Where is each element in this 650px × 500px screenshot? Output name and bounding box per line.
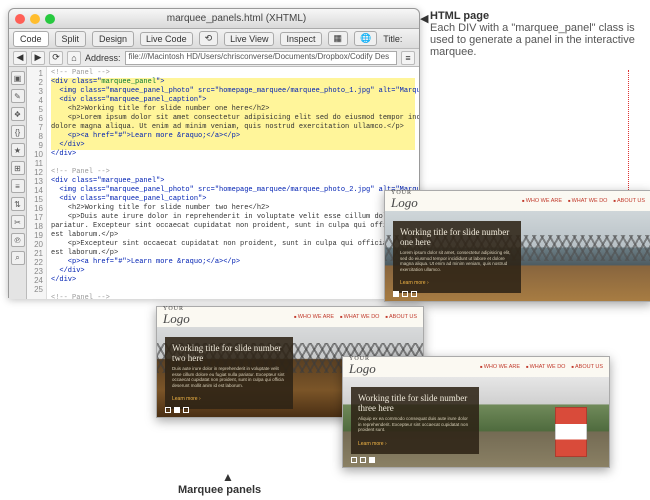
tab-split[interactable]: Split <box>55 31 87 47</box>
home-icon[interactable]: ⌂ <box>67 51 81 65</box>
address-label: Address: <box>85 53 121 63</box>
minimize-icon[interactable] <box>30 14 40 24</box>
editor-body: ▣ ✎ ❖ {} ★ ⊞ ≡ ⇅ ✂ ℗ ⌕ 12345678910111213… <box>9 67 419 299</box>
toolbar-icon[interactable]: ⟲ <box>199 31 219 46</box>
nav-link[interactable]: WHO WE ARE <box>522 198 562 204</box>
zoom-icon[interactable] <box>45 14 55 24</box>
learn-more-link[interactable]: Learn more › <box>358 441 387 447</box>
nav-link[interactable]: WHAT WE DO <box>340 314 379 320</box>
panel-header: YOURLogo WHO WE ARE WHAT WE DO ABOUT US <box>343 357 609 377</box>
view-toolbar: Code Split Design Live Code ⟲ Live View … <box>9 29 419 49</box>
pager-dot[interactable] <box>165 407 171 413</box>
multiscreen-button[interactable]: ▦ <box>328 31 349 46</box>
code-editor-window: marquee_panels.html (XHTML) Code Split D… <box>8 8 420 298</box>
pager <box>165 407 189 413</box>
panel-hero: Working title for slide number three her… <box>343 377 609 467</box>
annotation-title: HTML page <box>430 10 489 22</box>
panel-nav: WHO WE ARE WHAT WE DO ABOUT US <box>522 198 645 204</box>
gutter-tool-icon[interactable]: ✂ <box>11 215 25 229</box>
gutter-tool-icon[interactable]: ⇅ <box>11 197 25 211</box>
pager-dot[interactable] <box>411 291 417 297</box>
panel-hero: Working title for slide number one here … <box>385 211 650 301</box>
gutter-tool-icon[interactable]: ★ <box>11 143 25 157</box>
annotation-marquee-panels: ▲ Marquee panels <box>178 470 261 496</box>
marquee-panel-preview: YOURLogo WHO WE ARE WHAT WE DO ABOUT US … <box>342 356 610 468</box>
gutter-tool-icon[interactable]: {} <box>11 125 25 139</box>
gutter-tool-icon[interactable]: ▣ <box>11 71 25 85</box>
line-numbers: 1234567891011121314151617181920212223242… <box>27 67 47 299</box>
panel-nav: WHO WE ARE WHAT WE DO ABOUT US <box>480 364 603 370</box>
window-title: marquee_panels.html (XHTML) <box>60 13 413 24</box>
pager-dot[interactable] <box>351 457 357 463</box>
caption-title: Working title for slide number one here <box>400 227 514 247</box>
nav-link[interactable]: ABOUT US <box>385 314 417 320</box>
pager-dot[interactable] <box>369 457 375 463</box>
caption-body: Duis aute irure dolor in reprehenderit i… <box>172 366 286 388</box>
title-label: Title: <box>383 34 402 44</box>
close-icon[interactable] <box>15 14 25 24</box>
panel-header: YOURLogo WHO WE ARE WHAT WE DO ABOUT US <box>385 191 650 211</box>
panel-nav: WHO WE ARE WHAT WE DO ABOUT US <box>294 314 417 320</box>
gutter-tool-icon[interactable]: ℗ <box>11 233 25 247</box>
pager-dot[interactable] <box>393 291 399 297</box>
marquee-panel-preview: YOURLogo WHO WE ARE WHAT WE DO ABOUT US … <box>384 190 650 302</box>
gutter-tool-icon[interactable]: ⊞ <box>11 161 25 175</box>
learn-more-link[interactable]: Learn more › <box>400 280 429 286</box>
pager-dot[interactable] <box>402 291 408 297</box>
pager-dot[interactable] <box>360 457 366 463</box>
nav-link[interactable]: WHO WE ARE <box>480 364 520 370</box>
caption-title: Working title for slide number three her… <box>358 393 472 413</box>
live-view-button[interactable]: Live View <box>224 32 274 46</box>
pager-dot[interactable] <box>174 407 180 413</box>
tab-code[interactable]: Code <box>13 31 49 47</box>
code-area[interactable]: <!-- Panel --> <div class="marquee_panel… <box>47 67 419 299</box>
live-code-button[interactable]: Live Code <box>140 32 193 46</box>
caption-body: Lorem ipsum dolor sit amet, consectetur … <box>400 250 514 272</box>
traffic-lights <box>15 14 55 24</box>
address-toolbar: ◀ ▶ ⟳ ⌂ Address: file:///Macintosh HD/Us… <box>9 49 419 67</box>
annotation-html-page: HTML pageEach DIV with a "marquee_panel"… <box>430 10 640 58</box>
address-field[interactable]: file:///Macintosh HD/Users/chrisconverse… <box>125 51 397 65</box>
logo: YOURLogo <box>349 357 376 377</box>
nav-link[interactable]: WHAT WE DO <box>526 364 565 370</box>
tool-gutter: ▣ ✎ ❖ {} ★ ⊞ ≡ ⇅ ✂ ℗ ⌕ <box>9 67 27 299</box>
gutter-tool-icon[interactable]: ≡ <box>11 179 25 193</box>
learn-more-link[interactable]: Learn more › <box>172 396 201 402</box>
pager-dot[interactable] <box>183 407 189 413</box>
pager <box>393 291 417 297</box>
logo: YOURLogo <box>163 307 190 327</box>
pager <box>351 457 375 463</box>
back-icon[interactable]: ◀ <box>13 51 27 65</box>
caption-title: Working title for slide number two here <box>172 343 286 363</box>
panel-caption: Working title for slide number two here … <box>165 337 293 409</box>
window-titlebar[interactable]: marquee_panels.html (XHTML) <box>9 9 419 29</box>
nav-link[interactable]: WHO WE ARE <box>294 314 334 320</box>
gutter-tool-icon[interactable]: ❖ <box>11 107 25 121</box>
logo: YOURLogo <box>391 191 418 211</box>
panel-caption: Working title for slide number three her… <box>351 387 479 454</box>
browser-preview-icon[interactable]: 🌐 <box>354 31 377 46</box>
caption-body: Aliquip ex ea commodo consequat duis aut… <box>358 416 472 433</box>
refresh-icon[interactable]: ⟳ <box>49 51 63 65</box>
annotation-body: Each DIV with a "marquee_panel" class is… <box>430 22 635 58</box>
annotation-arrow-icon: ◀ <box>420 12 428 25</box>
annotation-label: Marquee panels <box>178 484 261 496</box>
annotation-arrow-icon: ▲ <box>222 470 261 484</box>
inspect-button[interactable]: Inspect <box>280 32 321 46</box>
forward-icon[interactable]: ▶ <box>31 51 45 65</box>
nav-link[interactable]: WHAT WE DO <box>568 198 607 204</box>
panel-caption: Working title for slide number one here … <box>393 221 521 293</box>
nav-link[interactable]: ABOUT US <box>613 198 645 204</box>
nav-link[interactable]: ABOUT US <box>571 364 603 370</box>
tab-design[interactable]: Design <box>92 31 134 47</box>
panel-header: YOURLogo WHO WE ARE WHAT WE DO ABOUT US <box>157 307 423 327</box>
gutter-tool-icon[interactable]: ⌕ <box>11 251 25 265</box>
gutter-tool-icon[interactable]: ✎ <box>11 89 25 103</box>
settings-icon[interactable]: ≡ <box>401 51 415 65</box>
